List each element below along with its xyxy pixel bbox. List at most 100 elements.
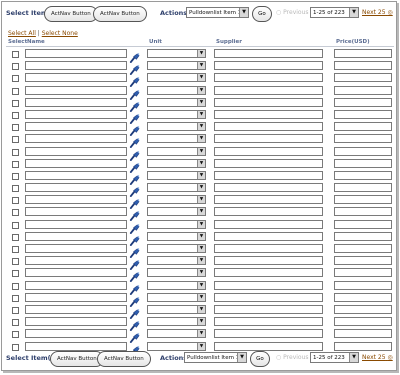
flashlight-icon[interactable] [129,85,140,100]
supplier-input[interactable] [214,109,323,119]
supplier-input[interactable] [214,317,323,327]
supplier-input[interactable] [214,195,323,205]
row-select-checkbox[interactable] [12,136,19,144]
unit-select[interactable]: ▼ [147,109,206,119]
flashlight-icon[interactable] [129,206,140,222]
flashlight-icon[interactable] [129,328,140,344]
row-select-checkbox[interactable] [12,124,19,132]
name-input[interactable] [25,256,127,266]
supplier-input[interactable] [214,244,323,253]
next-circle-icon[interactable]: ◎ [387,354,392,361]
range-select[interactable]: 1-25 of 223 ▼ [310,7,359,18]
unit-select[interactable]: ▼ [147,85,206,95]
flashlight-icon[interactable] [129,97,140,112]
price-input[interactable] [334,329,392,339]
price-input[interactable] [334,73,392,83]
price-input[interactable] [334,97,392,107]
row-select-checkbox[interactable] [12,306,19,314]
range-select[interactable]: 1-25 of 223 ▼ [310,352,359,363]
actnav-button-1[interactable]: ActNav Button [50,351,104,367]
flashlight-icon[interactable] [129,121,140,137]
price-input[interactable] [334,292,392,302]
next-circle-icon[interactable]: ◎ [387,9,392,16]
price-input[interactable] [334,317,392,327]
go-button[interactable]: Go [250,351,270,367]
flashlight-icon[interactable] [129,243,140,258]
row-select-checkbox[interactable] [12,111,19,119]
unit-select[interactable]: ▼ [147,170,206,180]
price-input[interactable] [334,195,392,205]
row-select-checkbox[interactable] [12,185,19,193]
name-input[interactable] [25,231,127,241]
flashlight-icon[interactable] [129,182,140,198]
supplier-input[interactable] [214,268,323,278]
actnav-button-2[interactable]: ActNav Button [97,351,151,367]
flashlight-icon[interactable] [129,48,140,63]
flashlight-icon[interactable] [129,109,140,124]
unit-select[interactable]: ▼ [147,244,206,253]
unit-select[interactable]: ▼ [147,329,206,339]
unit-select[interactable]: ▼ [147,219,206,229]
name-input[interactable] [25,268,127,278]
supplier-input[interactable] [214,170,323,180]
row-select-checkbox[interactable] [12,246,19,253]
price-input[interactable] [334,231,392,241]
supplier-input[interactable] [214,49,323,58]
supplier-input[interactable] [214,329,323,339]
flashlight-icon[interactable] [129,158,140,173]
supplier-input[interactable] [214,256,323,266]
unit-select[interactable]: ▼ [147,292,206,302]
price-input[interactable] [334,170,392,180]
price-input[interactable] [334,341,392,351]
flashlight-icon[interactable] [129,72,140,88]
name-input[interactable] [25,280,127,290]
row-select-checkbox[interactable] [12,343,19,351]
price-input[interactable] [334,61,392,71]
flashlight-icon[interactable] [129,194,140,210]
flashlight-icon[interactable] [129,267,140,283]
flashlight-icon[interactable] [129,60,140,76]
name-input[interactable] [25,304,127,314]
row-select-checkbox[interactable] [12,87,19,95]
actnav-button-1[interactable]: ActNav Button [44,6,98,22]
price-input[interactable] [334,109,392,119]
actnav-button-2[interactable]: ActNav Button [93,6,147,22]
unit-select[interactable]: ▼ [147,268,206,278]
price-input[interactable] [334,146,392,156]
price-input[interactable] [334,256,392,266]
name-input[interactable] [25,73,127,83]
name-input[interactable] [25,329,127,339]
price-input[interactable] [334,122,392,132]
row-select-checkbox[interactable] [12,99,19,107]
row-select-checkbox[interactable] [12,282,19,290]
unit-select[interactable]: ▼ [147,304,206,314]
price-input[interactable] [334,49,392,58]
name-input[interactable] [25,317,127,327]
unit-select[interactable]: ▼ [147,183,206,193]
name-input[interactable] [25,61,127,71]
name-input[interactable] [25,219,127,229]
flashlight-icon[interactable] [129,231,140,246]
flashlight-icon[interactable] [129,341,140,356]
next-label[interactable]: Next 25 [362,354,386,361]
price-input[interactable] [334,183,392,193]
supplier-input[interactable] [214,122,323,132]
name-input[interactable] [25,158,127,168]
next-label[interactable]: Next 25 [362,9,386,16]
unit-select[interactable]: ▼ [147,73,206,83]
name-input[interactable] [25,85,127,95]
price-input[interactable] [334,244,392,253]
supplier-input[interactable] [214,341,323,351]
flashlight-icon[interactable] [129,133,140,149]
price-input[interactable] [334,304,392,314]
supplier-input[interactable] [214,146,323,156]
row-select-checkbox[interactable] [12,75,19,83]
flashlight-icon[interactable] [129,304,140,319]
row-select-checkbox[interactable] [12,258,19,266]
row-select-checkbox[interactable] [12,233,19,241]
supplier-input[interactable] [214,97,323,107]
name-input[interactable] [25,183,127,193]
flashlight-icon[interactable] [129,292,140,307]
actions-select[interactable]: Pulldownlist Item 1 ▼ [186,7,249,18]
row-select-checkbox[interactable] [12,51,19,58]
